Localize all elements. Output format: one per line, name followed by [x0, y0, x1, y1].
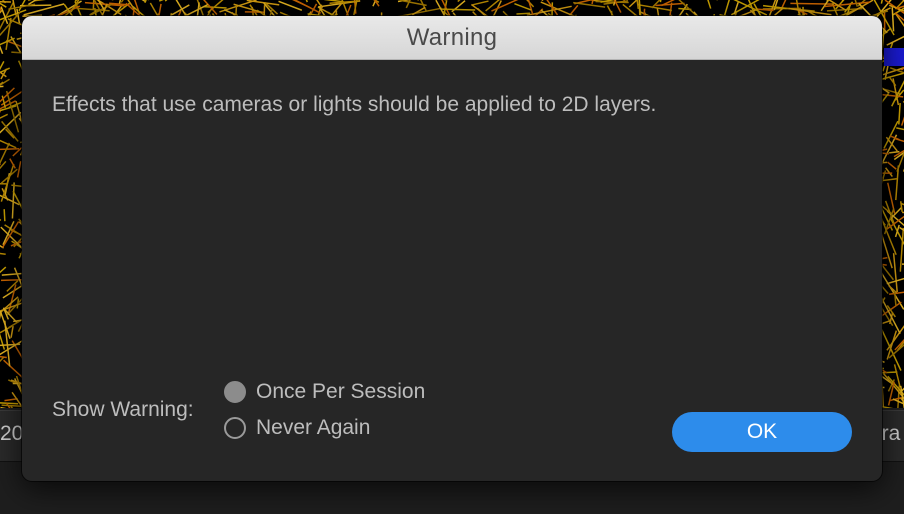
show-warning-label: Show Warning:	[52, 398, 194, 421]
particle-streak	[573, 1, 606, 8]
particle-streak	[120, 0, 124, 3]
particle-streak	[0, 147, 20, 151]
radio-never-again[interactable]: Never Again	[224, 416, 370, 440]
particle-streak	[144, 0, 147, 3]
particle-streak	[1, 272, 24, 276]
dialog-titlebar: Warning	[22, 16, 882, 60]
particle-streak	[886, 35, 904, 46]
particle-streak	[0, 0, 11, 3]
particle-streak	[0, 113, 9, 119]
particle-streak	[1, 404, 22, 408]
particle-streak	[16, 161, 22, 178]
radio-label-never-again: Never Again	[256, 416, 371, 439]
particle-streak	[884, 167, 893, 178]
particle-streak	[899, 201, 903, 213]
particle-streak	[0, 266, 7, 274]
radio-selected-icon[interactable]	[224, 381, 246, 403]
particle-streak	[0, 334, 6, 350]
particle-streak	[516, 12, 531, 15]
particle-streak	[457, 0, 461, 3]
particle-streak	[887, 161, 897, 170]
particle-streak	[880, 371, 898, 374]
particle-streak	[894, 12, 904, 22]
particle-streak	[899, 227, 904, 272]
particle-streak	[305, 0, 309, 3]
particle-streak	[514, 3, 532, 11]
particle-streak	[101, 3, 108, 16]
particle-streak	[0, 402, 19, 405]
particle-streak	[92, 0, 95, 10]
particle-streak	[795, 0, 800, 14]
particle-streak	[33, 0, 46, 2]
particle-streak	[659, 0, 662, 3]
particle-streak	[164, 0, 168, 2]
particle-streak	[0, 85, 4, 88]
particle-streak	[440, 8, 476, 11]
particle-streak	[11, 182, 15, 219]
particle-streak	[541, 0, 544, 2]
particle-streak	[4, 398, 18, 402]
radio-once-per-session[interactable]: Once Per Session	[224, 380, 425, 404]
particle-streak	[0, 252, 6, 256]
particle-streak	[841, 0, 844, 2]
particle-streak	[472, 0, 489, 6]
blue-highlight	[884, 48, 904, 66]
radio-label-once-per-session: Once Per Session	[256, 380, 426, 403]
particle-streak	[0, 218, 2, 222]
particle-streak	[881, 29, 885, 51]
particle-streak	[0, 183, 7, 185]
warning-dialog: Warning Effects that use cameras or ligh…	[22, 16, 882, 481]
particle-streak	[0, 310, 11, 340]
particle-streak	[655, 2, 685, 7]
particle-streak	[0, 355, 7, 359]
particle-streak	[788, 7, 832, 16]
particle-streak	[10, 326, 14, 338]
particle-streak	[0, 9, 4, 14]
particle-streak	[889, 150, 900, 154]
particle-streak	[0, 142, 11, 165]
warning-message: Effects that use cameras or lights shoul…	[52, 93, 657, 116]
particle-streak	[774, 8, 783, 16]
dialog-title: Warning	[406, 23, 498, 51]
particle-streak	[898, 103, 901, 125]
radio-unselected-icon[interactable]	[224, 417, 246, 439]
particle-streak	[3, 209, 6, 222]
particle-streak	[707, 0, 712, 9]
particle-streak	[891, 7, 895, 32]
ok-button[interactable]: OK	[672, 412, 852, 452]
particle-streak	[892, 253, 898, 293]
particle-streak	[881, 388, 884, 408]
particle-streak	[0, 163, 15, 202]
viewer-partial-text-left: 20	[0, 422, 24, 445]
particle-streak	[879, 230, 893, 269]
particle-streak	[896, 127, 904, 131]
particle-streak	[324, 0, 344, 3]
